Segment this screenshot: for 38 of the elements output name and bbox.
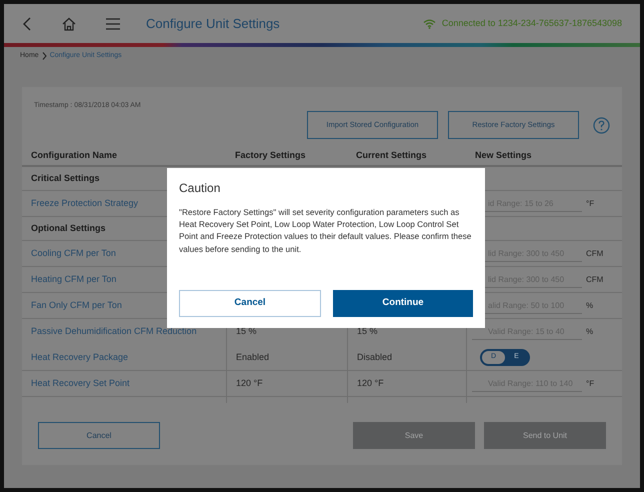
setting-name: Fan Only CFM per Ton bbox=[31, 298, 122, 312]
current-value: Disabled bbox=[357, 350, 392, 364]
current-value: 15 % bbox=[357, 325, 378, 338]
dialog-title: Caution bbox=[179, 180, 222, 197]
setting-name: Cooling CFM per Ton bbox=[31, 246, 116, 260]
setting-name: Heat Recovery Package bbox=[31, 350, 128, 364]
page-title: Configure Unit Settings bbox=[146, 14, 280, 33]
setting-name: Passive Dehumidification CFM Reduction bbox=[31, 325, 197, 338]
factory-value: 120 °F bbox=[236, 376, 263, 390]
setting-name: Freeze Protection Strategy bbox=[31, 196, 138, 210]
setting-name: Heat Recovery Set Point bbox=[31, 376, 130, 390]
menu-icon[interactable] bbox=[106, 18, 120, 30]
help-icon[interactable] bbox=[593, 116, 610, 134]
unit-label: °F bbox=[586, 198, 594, 210]
dialog-button[interactable]: Cancel bbox=[179, 290, 321, 317]
dialog-message: "Restore Factory Settings" will set severity configuration parameters such as Heat Recovery Set Point, Low Loop Water Protection, Low Loop Control Set Point and Freeze Protection values to their default values. Please confirm these values before sending to the unit. bbox=[179, 206, 472, 255]
column-header: New Settings bbox=[475, 149, 532, 162]
chevron-icon bbox=[42, 52, 47, 60]
column-header: Current Settings bbox=[356, 149, 427, 162]
factory-value: Enabled bbox=[236, 350, 270, 364]
section-heading: Optional Settings bbox=[31, 222, 106, 235]
back-icon[interactable] bbox=[22, 16, 32, 30]
connection-status: Connected to 1234-234-765637-1876543098 bbox=[442, 16, 622, 30]
unit-label: °F bbox=[586, 378, 594, 390]
current-value: 120 °F bbox=[357, 376, 384, 390]
section-heading: Critical Settings bbox=[31, 172, 100, 185]
wifi-icon bbox=[422, 18, 436, 28]
cancel-button[interactable]: Cancel bbox=[38, 422, 160, 449]
factory-value: 15 % bbox=[236, 325, 257, 338]
unit-label: CFM bbox=[586, 274, 604, 286]
column-header: Configuration Name bbox=[31, 149, 118, 162]
setting-name: Heating CFM per Ton bbox=[31, 272, 116, 286]
home-icon[interactable] bbox=[62, 16, 76, 30]
dialog-button[interactable]: Continue bbox=[333, 290, 473, 317]
unit-label: CFM bbox=[586, 248, 604, 260]
unit-label: % bbox=[586, 326, 594, 338]
column-header: Factory Settings bbox=[235, 149, 306, 162]
unit-label: % bbox=[586, 300, 594, 312]
